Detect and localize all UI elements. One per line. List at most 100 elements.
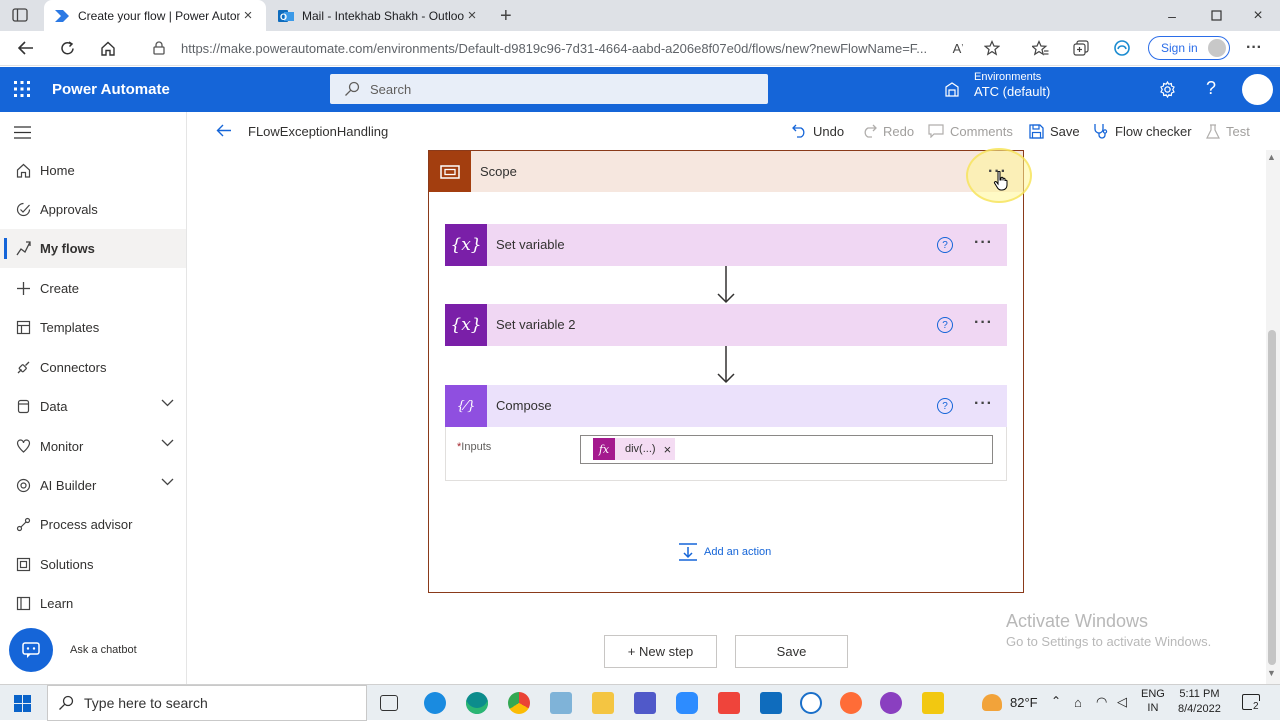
sidebar-item-ai-builder[interactable]: AI Builder xyxy=(0,466,186,505)
more-options-button[interactable]: ··· xyxy=(974,234,993,252)
taskbar-search-box[interactable]: Type here to search xyxy=(47,685,367,721)
sidebar-item-monitor[interactable]: Monitor xyxy=(0,427,186,466)
home-browser-icon[interactable] xyxy=(94,35,122,61)
file-explorer-icon[interactable] xyxy=(592,692,614,714)
teams-icon[interactable] xyxy=(634,692,656,714)
network-icon[interactable]: ⌂ xyxy=(1074,695,1082,710)
test-button[interactable]: Test xyxy=(1206,112,1250,150)
close-tab-icon[interactable]: × xyxy=(464,7,480,24)
app-launcher-icon[interactable] xyxy=(14,81,30,97)
volume-icon[interactable]: ◁ xyxy=(1117,694,1127,710)
environment-picker[interactable]: Environments ATC (default) xyxy=(974,71,1050,99)
more-options-button[interactable]: ··· xyxy=(974,395,993,413)
back-arrow-icon[interactable] xyxy=(216,124,232,137)
variable-icon: {x} xyxy=(445,304,487,346)
undo-button[interactable]: Undo xyxy=(792,112,844,150)
search-box[interactable]: Search xyxy=(330,74,768,104)
new-tab-icon[interactable]: + xyxy=(500,5,512,28)
wifi-icon[interactable]: ◠ xyxy=(1096,694,1107,710)
edge-browser-icon[interactable] xyxy=(466,692,488,714)
hamburger-menu-icon[interactable] xyxy=(14,126,31,139)
power-bi-icon[interactable] xyxy=(922,692,944,714)
redo-button[interactable]: Redo xyxy=(862,112,914,150)
tab-actions-icon[interactable] xyxy=(12,8,28,22)
expression-token[interactable]: fx div(...) × xyxy=(593,438,675,460)
language-indicator[interactable]: ENG IN xyxy=(1141,687,1165,715)
sidebar-item-data[interactable]: Data xyxy=(0,387,186,426)
maximize-icon[interactable] xyxy=(1194,0,1238,31)
url-field[interactable]: https://make.powerautomate.com/environme… xyxy=(181,35,941,61)
anydesk-icon[interactable] xyxy=(718,692,740,714)
back-arrow-icon[interactable] xyxy=(12,35,40,61)
sidebar-item-solutions[interactable]: Solutions xyxy=(0,545,186,584)
window-close-icon[interactable]: × xyxy=(1236,0,1280,31)
chevron-down-icon[interactable] xyxy=(161,478,174,486)
sidebar-item-connectors[interactable]: Connectors xyxy=(0,348,186,387)
postman-icon[interactable] xyxy=(840,692,862,714)
add-action-button[interactable]: Add an action xyxy=(678,542,771,562)
action-card-compose[interactable]: {⁄} Compose ? ··· xyxy=(445,385,1007,427)
action-card-set-variable-2[interactable]: {x} Set variable 2 ? ··· xyxy=(445,304,1007,346)
chatbot-button[interactable] xyxy=(9,628,53,672)
flow-name[interactable]: FLowExceptionHandling xyxy=(248,112,388,150)
save-toolbar-button[interactable]: Save xyxy=(1029,112,1080,150)
add-favorite-icon[interactable] xyxy=(978,35,1006,61)
sidebar-item-home[interactable]: Home xyxy=(0,151,186,190)
task-view-icon[interactable] xyxy=(380,695,398,711)
comments-button[interactable]: Comments xyxy=(928,112,1013,150)
chrome-icon[interactable] xyxy=(508,692,530,714)
edge-extension-icon[interactable] xyxy=(1108,35,1136,61)
sidebar-item-label: AI Builder xyxy=(40,478,97,493)
help-icon[interactable]: ? xyxy=(937,237,953,253)
favorites-icon[interactable] xyxy=(1026,35,1054,61)
chevron-down-icon[interactable] xyxy=(161,439,174,447)
windows-start-icon[interactable] xyxy=(14,695,31,712)
notepad-icon[interactable] xyxy=(550,692,572,714)
refresh-icon[interactable] xyxy=(53,35,81,61)
clock[interactable]: 5:11 PM 8/4/2022 xyxy=(1178,687,1221,717)
scroll-down-arrow-icon[interactable]: ▼ xyxy=(1267,668,1276,678)
scope-header[interactable]: Scope xyxy=(429,151,1023,192)
minimize-icon[interactable]: – xyxy=(1150,0,1194,31)
read-aloud-icon[interactable]: Aʼ xyxy=(944,35,972,61)
sidebar-item-templates[interactable]: Templates xyxy=(0,308,186,347)
new-step-button[interactable]: + New step xyxy=(604,635,717,668)
close-tab-icon[interactable]: × xyxy=(240,7,256,24)
save-flow-button[interactable]: Save xyxy=(735,635,848,668)
sidebar-item-approvals[interactable]: Approvals xyxy=(0,190,186,229)
action-card-set-variable[interactable]: {x} Set variable ? ··· xyxy=(445,224,1007,266)
mail-icon[interactable] xyxy=(760,692,782,714)
more-options-button[interactable]: ··· xyxy=(974,314,993,332)
collections-icon[interactable] xyxy=(1067,35,1095,61)
settings-gear-icon[interactable] xyxy=(1159,81,1176,98)
chevron-down-icon[interactable] xyxy=(161,399,174,407)
scroll-up-arrow-icon[interactable]: ▲ xyxy=(1267,152,1276,162)
browser-tab-power-automate[interactable]: Create your flow | Power Automate × xyxy=(44,0,266,31)
clock-date: 8/4/2022 xyxy=(1178,703,1221,715)
browser-menu-icon[interactable]: ··· xyxy=(1240,35,1268,61)
app-brand-title[interactable]: Power Automate xyxy=(52,67,170,112)
flow-checker-button[interactable]: Flow checker xyxy=(1093,112,1192,150)
clock-time: 5:11 PM xyxy=(1179,688,1220,700)
chatbot-label[interactable]: Ask a chatbot xyxy=(70,644,137,656)
screen-recorder-icon[interactable] xyxy=(800,692,822,714)
help-icon[interactable]: ? xyxy=(937,317,953,333)
user-avatar-icon[interactable] xyxy=(1242,74,1273,105)
weather-icon[interactable] xyxy=(982,694,1002,711)
sidebar-item-create[interactable]: Create xyxy=(0,269,186,308)
sign-in-button[interactable]: Sign in xyxy=(1148,36,1230,60)
lock-icon[interactable] xyxy=(145,35,173,61)
canvas-scrollbar-thumb[interactable] xyxy=(1268,330,1276,665)
help-icon[interactable]: ? xyxy=(937,398,953,414)
sidebar-item-learn[interactable]: Learn xyxy=(0,584,186,623)
sidebar-item-my-flows[interactable]: My flows xyxy=(0,229,186,268)
sidebar-item-process-advisor[interactable]: Process advisor xyxy=(0,505,186,544)
weather-temperature[interactable]: 82°F xyxy=(1010,695,1038,710)
zoom-icon[interactable] xyxy=(676,692,698,714)
remove-token-icon[interactable]: × xyxy=(664,442,672,457)
help-question-icon[interactable]: ? xyxy=(1206,78,1216,99)
chevron-up-icon[interactable]: ⌃ xyxy=(1051,694,1061,708)
internet-explorer-icon[interactable] xyxy=(424,692,446,714)
browser-tab-outlook[interactable]: O Mail - Intekhab Shakh - Outlook × xyxy=(268,0,490,31)
github-icon[interactable] xyxy=(880,692,902,714)
